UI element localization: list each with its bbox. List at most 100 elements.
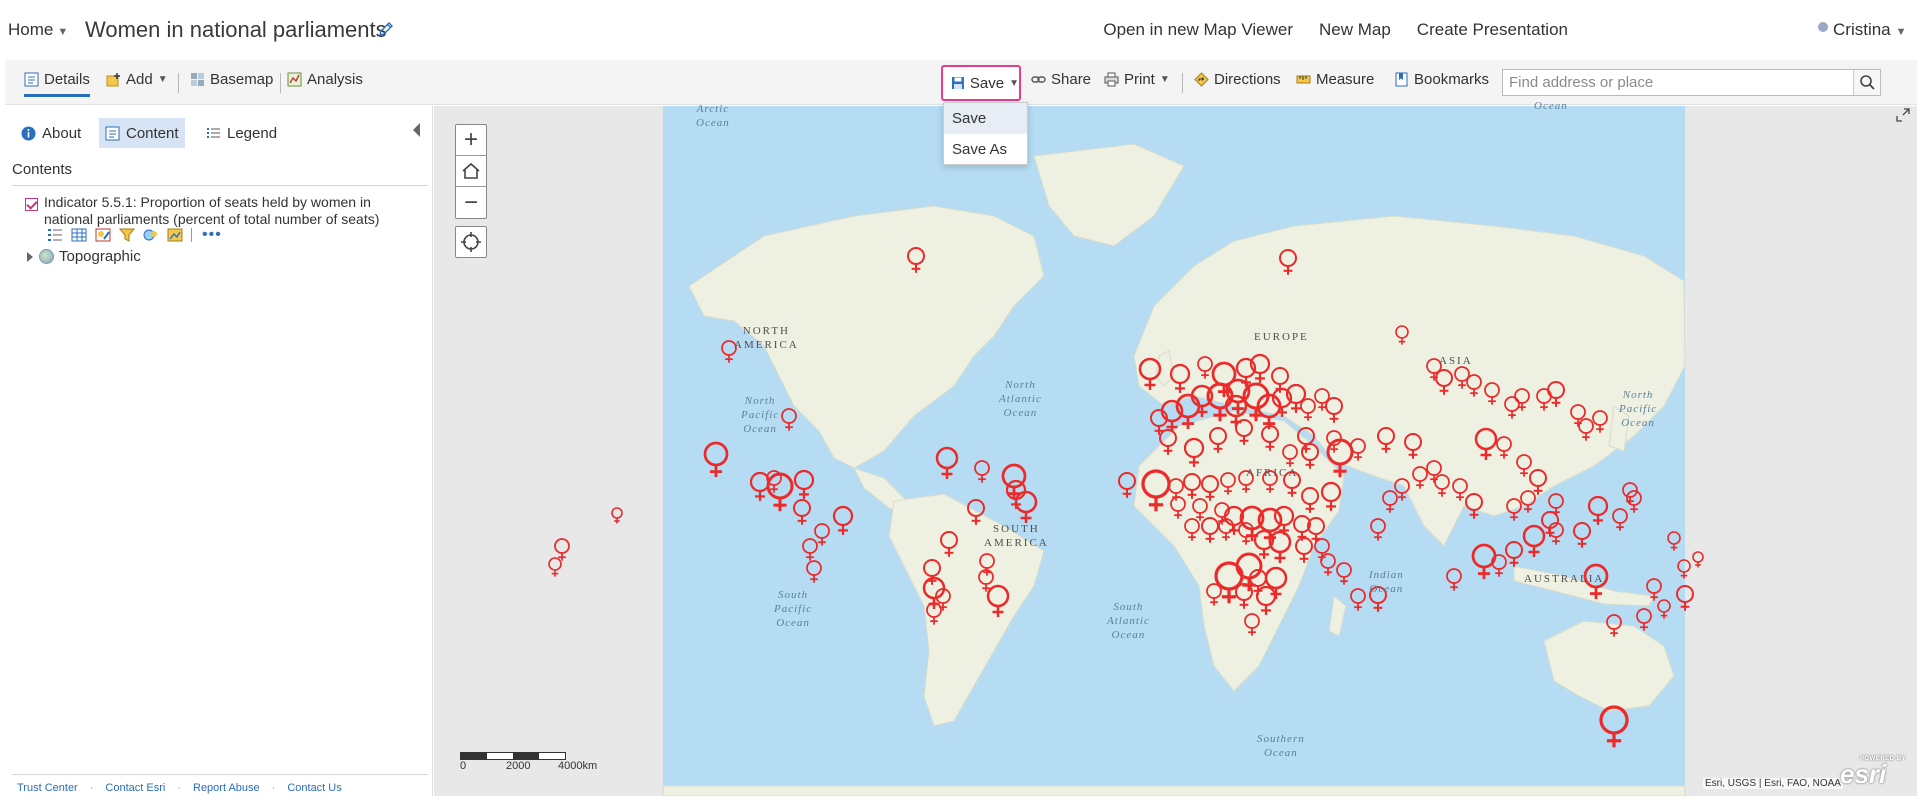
save-menu-item[interactable]: Save [944, 103, 1027, 134]
separator: · [177, 782, 181, 794]
tab-content[interactable]: Content [99, 118, 185, 148]
directions-icon [1194, 72, 1209, 87]
basemap-icon [191, 73, 204, 86]
home-icon [462, 162, 480, 179]
divider [191, 228, 192, 242]
minus-icon: − [463, 188, 478, 216]
analysis-icon[interactable] [143, 228, 159, 242]
contact-esri-link[interactable]: Contact Esri [105, 782, 165, 794]
measure-button[interactable]: Measure [1296, 71, 1374, 88]
header-links: Open in new Map Viewer New Map Create Pr… [1103, 20, 1568, 40]
chevron-down-icon: ▼ [57, 26, 69, 38]
table-icon[interactable] [71, 228, 87, 242]
plus-icon: + [463, 126, 478, 153]
map-label-south-america: SOUTH AMERICA [984, 523, 1049, 549]
map-label-south-atlantic-ocean: South Atlantic Ocean [1107, 601, 1150, 641]
locate-button[interactable] [455, 226, 487, 258]
map-label-north-pacific-ocean-east: North Pacific Ocean [1619, 389, 1658, 429]
layer-visibility-checkbox[interactable] [25, 198, 38, 211]
crosshair-icon [461, 232, 481, 252]
tab-about[interactable]: About [15, 118, 87, 148]
user-menu[interactable]: Cristina ▼ [1818, 20, 1907, 40]
add-label: Add [126, 71, 153, 88]
toolbar-divider [178, 73, 179, 93]
info-icon [21, 126, 36, 140]
map-label-indian-ocean: Indian Ocean [1369, 569, 1404, 595]
divider [12, 185, 428, 186]
thumbnail-icon[interactable] [167, 228, 183, 242]
link-icon [1031, 76, 1046, 83]
contact-us-link[interactable]: Contact Us [287, 782, 341, 794]
map-label-north-america: NORTH AMERICA [734, 325, 799, 351]
tab-content-label: Content [126, 124, 179, 142]
open-new-map-viewer-link[interactable]: Open in new Map Viewer [1103, 20, 1293, 40]
directions-button[interactable]: Directions [1194, 71, 1281, 88]
map-label-africa: AFRICA [1246, 467, 1299, 479]
save-dropdown-menu: Save Save As [943, 102, 1028, 165]
print-button[interactable]: Print ▼ [1104, 71, 1170, 88]
expand-icon[interactable] [1896, 108, 1910, 122]
expand-arrow-icon[interactable] [27, 251, 33, 262]
directions-label: Directions [1214, 71, 1281, 88]
basemap-layer-row[interactable]: Topographic [27, 248, 141, 265]
layer-name[interactable]: Indicator 5.5.1: Proportion of seats hel… [44, 194, 404, 228]
save-as-menu-item[interactable]: Save As [944, 134, 1027, 165]
scale-label: 0 [460, 760, 467, 772]
map-label-south-pacific-ocean: South Pacific Ocean [774, 589, 813, 629]
map-label-asia: ASIA [1439, 355, 1473, 367]
analysis-label: Analysis [307, 71, 363, 88]
globe-icon [39, 249, 54, 264]
change-style-icon[interactable] [95, 228, 111, 242]
chevron-down-icon: ▼ [1009, 77, 1019, 89]
tab-legend[interactable]: Legend [200, 118, 283, 148]
analysis-icon [287, 72, 302, 87]
save-button[interactable]: Save ▼ [941, 65, 1021, 101]
basemap-label: Basemap [210, 71, 274, 88]
analysis-button[interactable]: Analysis [287, 71, 363, 88]
divider [12, 774, 428, 775]
tab-legend-label: Legend [227, 124, 278, 142]
filter-icon[interactable] [119, 228, 135, 242]
basemap-button[interactable]: Basemap [190, 71, 273, 88]
default-extent-button[interactable] [456, 156, 486, 187]
search-box [1502, 69, 1881, 96]
measure-label: Measure [1316, 71, 1375, 88]
map-canvas[interactable] [434, 106, 1917, 796]
zoom-in-button[interactable]: + [456, 125, 486, 156]
toolbar-divider [1182, 73, 1183, 93]
map-label-southern-ocean: Southern Ocean [1257, 733, 1305, 759]
esri-logo: POWERED BY esri [1840, 756, 1906, 789]
pencil-icon[interactable] [377, 20, 395, 38]
home-menu[interactable]: Home ▼ [8, 20, 68, 40]
map-view[interactable]: Arctic Ocean NORTH AMERICA North Pacific… [434, 100, 1917, 796]
print-label: Print [1124, 71, 1155, 88]
add-layer-icon [106, 73, 120, 87]
share-label: Share [1051, 71, 1092, 88]
map-label-north-pacific-ocean: North Pacific Ocean [741, 395, 780, 435]
show-legend-icon[interactable] [47, 228, 63, 242]
collapse-panel-icon[interactable] [413, 123, 420, 137]
bookmarks-button[interactable]: Bookmarks [1394, 71, 1489, 88]
search-button[interactable] [1853, 70, 1880, 95]
share-button[interactable]: Share [1031, 71, 1091, 88]
add-button[interactable]: Add ▼ [106, 71, 168, 88]
avatar [1818, 22, 1828, 32]
zoom-controls: + − [455, 124, 487, 219]
tab-about-label: About [42, 124, 82, 142]
home-label: Home [8, 20, 54, 39]
zoom-out-button[interactable]: − [456, 187, 486, 218]
details-icon [24, 72, 39, 87]
report-abuse-link[interactable]: Report Abuse [193, 782, 260, 794]
layer-tools: ••• [47, 227, 222, 243]
toolbar-divider [280, 73, 281, 93]
trust-center-link[interactable]: Trust Center [17, 782, 78, 794]
search-input[interactable] [1503, 70, 1853, 95]
basemap-layer-name: Topographic [59, 248, 141, 265]
new-map-link[interactable]: New Map [1319, 20, 1391, 40]
contents-heading: Contents [12, 161, 73, 178]
details-button[interactable]: Details [24, 71, 90, 97]
more-options-icon[interactable]: ••• [202, 227, 222, 243]
create-presentation-link[interactable]: Create Presentation [1417, 20, 1568, 40]
map-label-ocean: Ocean [1534, 100, 1568, 112]
chevron-down-icon: ▼ [1895, 26, 1907, 38]
